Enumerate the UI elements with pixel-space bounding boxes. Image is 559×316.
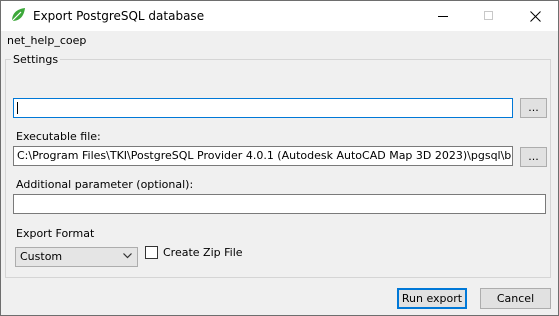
executable-file-label: Executable file: [16, 130, 101, 143]
database-name-label: net_help_coep [7, 34, 87, 47]
additional-parameter-input[interactable] [13, 194, 546, 214]
close-button[interactable] [512, 1, 558, 31]
settings-group-title: Settings [11, 53, 61, 66]
leaf-icon [11, 8, 25, 22]
settings-group [5, 59, 551, 278]
title-bar[interactable]: Export PostgreSQL database [1, 1, 558, 31]
create-zip-label: Create Zip File [163, 246, 243, 259]
browse-executable-button[interactable]: ... [520, 147, 547, 167]
export-format-value: Custom [20, 250, 63, 263]
create-zip-checkbox[interactable] [145, 246, 158, 259]
additional-parameter-label: Additional parameter (optional): [16, 178, 194, 191]
output-file-input[interactable] [13, 98, 513, 118]
executable-file-input[interactable]: C:\Program Files\TKI\PostgreSQL Provider… [13, 146, 513, 166]
export-dialog: Export PostgreSQL database net_help_coep… [0, 0, 559, 316]
chevron-down-icon [123, 253, 132, 259]
text-caret [17, 102, 18, 114]
maximize-button [466, 1, 512, 31]
browse-output-button[interactable]: ... [520, 98, 547, 118]
run-export-button[interactable]: Run export [397, 288, 467, 309]
export-format-select[interactable]: Custom [15, 247, 138, 267]
minimize-button[interactable] [420, 1, 466, 31]
cancel-button[interactable]: Cancel [480, 288, 551, 309]
close-icon [530, 11, 541, 22]
export-format-label: Export Format [16, 227, 95, 240]
window-title: Export PostgreSQL database [33, 9, 205, 23]
